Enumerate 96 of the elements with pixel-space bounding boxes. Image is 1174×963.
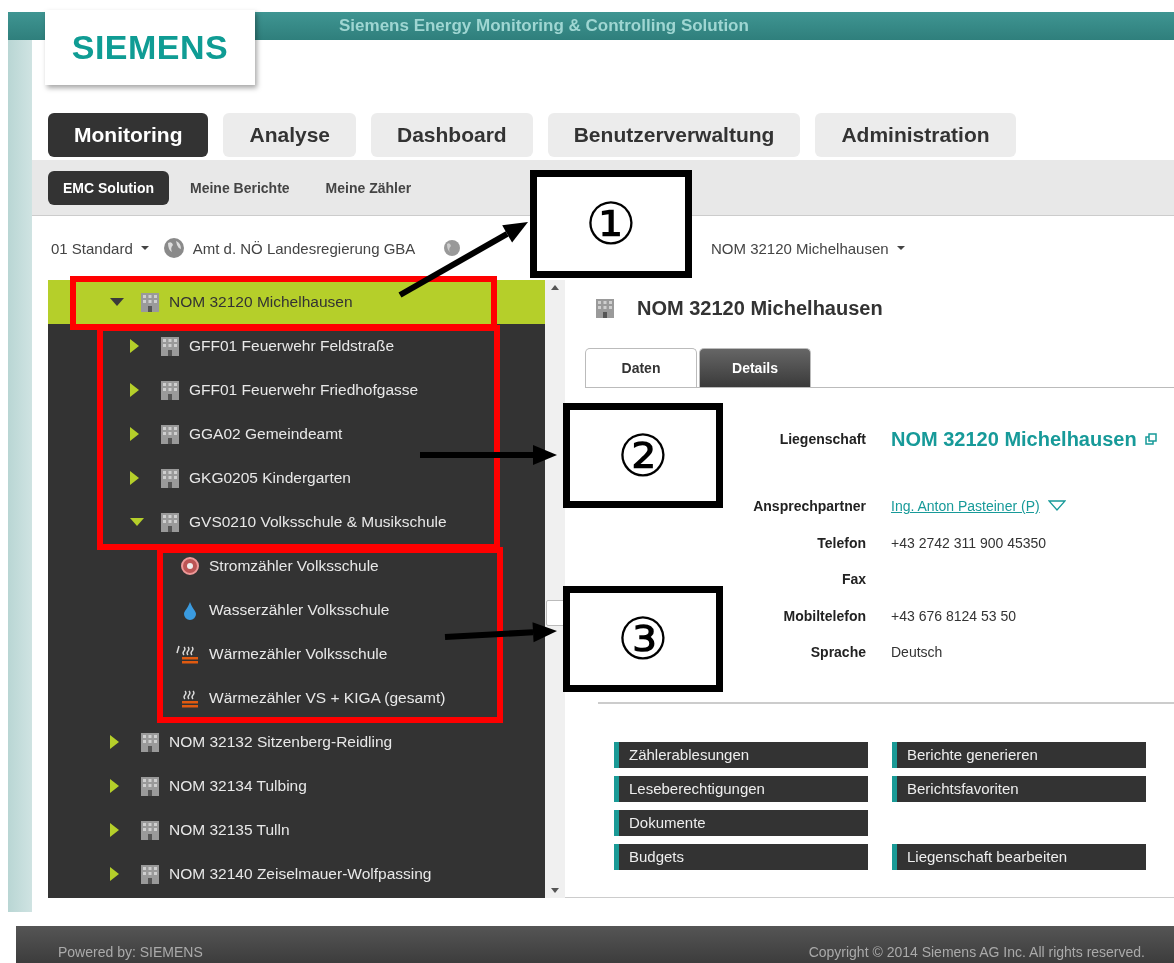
powered-by-text: Powered by: SIEMENS xyxy=(58,943,203,960)
building-icon xyxy=(140,292,160,312)
expand-arrow-icon[interactable] xyxy=(130,339,139,353)
building-icon xyxy=(140,864,160,884)
tree-item-label: NOM 32120 Michelhausen xyxy=(169,293,353,311)
main-tab[interactable]: Administration xyxy=(815,113,1016,157)
callout-number: ③ xyxy=(563,586,723,692)
tree-item-label: Stromzähler Volksschule xyxy=(209,557,379,575)
tree-item[interactable]: NOM 32140 Zeiselmauer-Wolfpassing xyxy=(48,852,545,896)
tree-item-label: GFF01 Feuerwehr Friedhofgasse xyxy=(189,381,419,399)
copyright-text: Copyright © 2014 Siemens AG Inc. All rights reserved. xyxy=(808,943,1145,960)
field-value: +43 2742 311 900 45350 xyxy=(891,534,1047,551)
field-value: Deutsch xyxy=(891,644,943,661)
tree-item-label: NOM 32132 Sitzenberg-Reidling xyxy=(169,733,393,751)
property-title: NOM 32120 Michelhausen xyxy=(637,296,883,320)
tree-item[interactable]: NOM 32120 Michelhausen xyxy=(48,280,545,324)
tree-item-label: Wasserzähler Volksschule xyxy=(209,601,390,619)
meter-dial-icon xyxy=(180,556,200,576)
building-icon xyxy=(140,776,160,796)
building-icon xyxy=(160,336,180,356)
tree-item-label: GGA02 Gemeindeamt xyxy=(189,425,343,443)
external-link-icon[interactable] xyxy=(1144,433,1157,445)
siemens-logo: SIEMENS xyxy=(45,10,255,85)
mail-icon[interactable] xyxy=(1047,500,1066,513)
callout-number: ② xyxy=(563,403,723,508)
action-button[interactable]: Dokumente xyxy=(614,809,868,836)
contact-link[interactable]: Ing. Anton Pasteiner (P) xyxy=(891,498,1040,515)
expand-arrow-icon[interactable] xyxy=(110,823,119,837)
sub-tab[interactable]: Meine Berichte xyxy=(175,170,305,205)
building-icon xyxy=(140,820,160,840)
heat-meter-icon xyxy=(174,644,200,664)
tree-item-label: Wärmezähler VS + KIGA (gesamt) xyxy=(209,689,446,707)
expand-arrow-icon[interactable] xyxy=(130,471,139,485)
tree-item-label: NOM 32135 Tulln xyxy=(169,821,290,839)
globe-icon xyxy=(443,239,462,257)
field-label: Mobiltelefon xyxy=(783,607,866,624)
field-label: Liegenschaft xyxy=(779,431,866,447)
tree-item-label: GFF01 Feuerwehr Feldstraße xyxy=(189,337,394,355)
building-icon xyxy=(160,380,180,400)
action-button[interactable]: Budgets xyxy=(614,843,868,870)
field-value: +43 676 8124 53 50 xyxy=(891,607,1016,624)
field-label: Sprache xyxy=(810,644,866,661)
view-dropdown[interactable]: 01 Standard xyxy=(51,239,133,257)
sub-tab[interactable]: Meine Zähler xyxy=(310,170,427,205)
main-tab[interactable]: Monitoring xyxy=(48,113,209,157)
tree-item[interactable]: NOM 32135 Tulln xyxy=(48,808,545,852)
collapse-arrow-icon[interactable] xyxy=(110,298,124,306)
caret-icon[interactable] xyxy=(896,246,905,250)
tree-item[interactable]: Wärmezähler VS + KIGA (gesamt) xyxy=(48,676,545,720)
heat-meter-icon xyxy=(180,688,200,708)
tree-item[interactable]: Stromzähler Volksschule xyxy=(48,544,545,588)
tree-item-label: GVS0210 Volksschule & Musikschule xyxy=(189,513,447,531)
tree-item[interactable]: GFF01 Feuerwehr Feldstraße xyxy=(48,324,545,368)
field-label: Fax xyxy=(841,571,866,588)
app-title: Siemens Energy Monitoring & Controlling Solution xyxy=(339,16,749,36)
main-tab[interactable]: Dashboard xyxy=(371,113,533,157)
tree-item-label: NOM 32140 Zeiselmauer-Wolfpassing xyxy=(169,865,432,883)
detail-tab[interactable]: Details xyxy=(699,348,811,387)
tree-item[interactable]: NOM 32132 Sitzenberg-Reidling xyxy=(48,720,545,764)
field-label: Ansprechpartner xyxy=(753,498,866,515)
scrollbar[interactable] xyxy=(545,280,565,898)
expand-arrow-icon[interactable] xyxy=(130,427,139,441)
tree-item[interactable]: GKG0205 Kindergarten xyxy=(48,456,545,500)
tree-item-label: Wärmezähler Volksschule xyxy=(209,645,388,663)
globe-icon xyxy=(162,237,185,259)
building-icon xyxy=(160,424,180,444)
tree-item[interactable]: Wärmezähler Volksschule xyxy=(48,632,545,676)
expand-arrow-icon[interactable] xyxy=(110,779,119,793)
field-label: Telefon xyxy=(817,534,866,551)
tree-item[interactable]: Wasserzähler Volksschule xyxy=(48,588,545,632)
tree-item[interactable]: GFF01 Feuerwehr Friedhofgasse xyxy=(48,368,545,412)
sub-tab[interactable]: EMC Solution xyxy=(48,170,169,205)
detail-tab[interactable]: Daten xyxy=(585,348,697,387)
action-button[interactable]: Zählerablesungen xyxy=(614,741,868,768)
tree-item[interactable]: GVS0210 Volksschule & Musikschule xyxy=(48,500,545,544)
caret-icon[interactable] xyxy=(140,246,149,250)
organisation-breadcrumb[interactable]: Amt d. NÖ Landesregierung GBA xyxy=(192,239,416,257)
tree-item[interactable]: GGA02 Gemeindeamt xyxy=(48,412,545,456)
building-icon xyxy=(140,732,160,752)
action-button[interactable]: Berichtsfavoriten xyxy=(892,775,1146,802)
tree-item[interactable]: NOM 32134 Tulbing xyxy=(48,764,545,808)
tree-item-label: GKG0205 Kindergarten xyxy=(189,469,351,487)
expand-arrow-icon[interactable] xyxy=(130,383,139,397)
building-icon xyxy=(595,298,615,318)
expand-arrow-icon[interactable] xyxy=(110,867,119,881)
property-dropdown[interactable]: NOM 32120 Michelhausen xyxy=(711,239,889,257)
action-button[interactable]: Berichte generieren xyxy=(892,741,1146,768)
expand-arrow-icon[interactable] xyxy=(110,735,119,749)
callout-number: ① xyxy=(530,170,692,278)
main-tab[interactable]: Benutzerverwaltung xyxy=(547,113,801,157)
building-icon xyxy=(160,468,180,488)
building-icon xyxy=(160,512,180,532)
action-button[interactable]: Leseberechtigungen xyxy=(614,775,868,802)
tree-item-label: NOM 32134 Tulbing xyxy=(169,777,307,795)
main-tab[interactable]: Analyse xyxy=(223,113,356,157)
action-button[interactable]: Liegenschaft bearbeiten xyxy=(892,843,1146,870)
